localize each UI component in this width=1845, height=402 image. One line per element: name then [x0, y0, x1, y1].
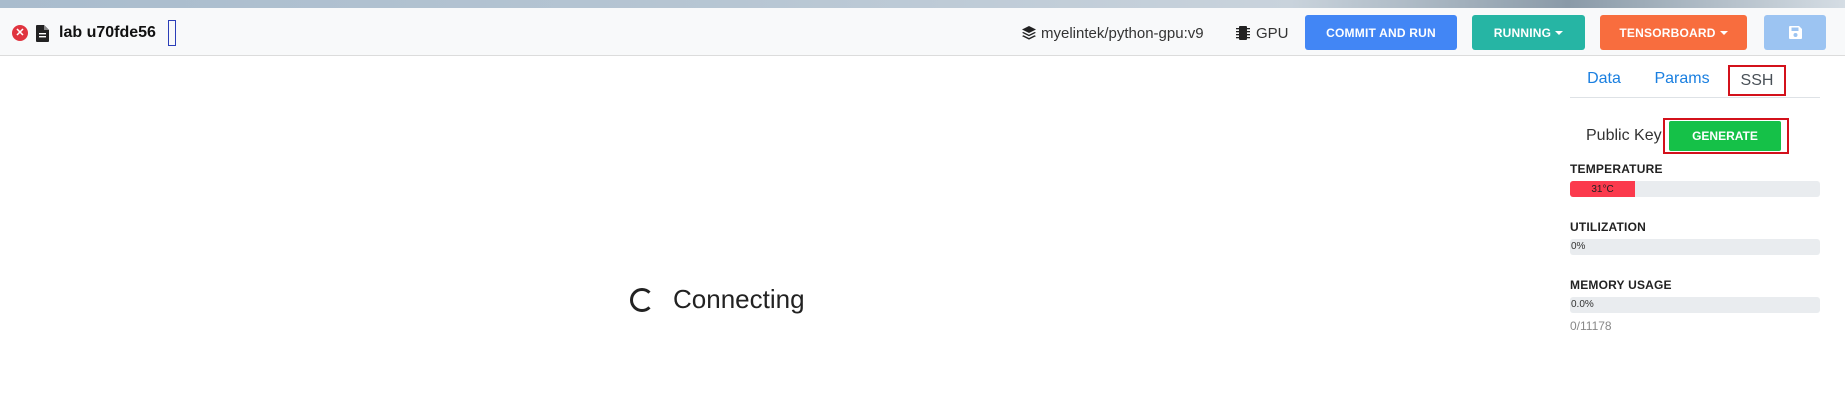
layers-icon	[1022, 26, 1036, 40]
spinner-icon	[630, 287, 654, 312]
save-button[interactable]	[1764, 15, 1826, 50]
side-tabs: Data Params SSH	[1570, 60, 1820, 98]
tensorboard-dropdown-button[interactable]: TENSORBOARD	[1600, 15, 1747, 50]
running-label: RUNNING	[1493, 25, 1552, 40]
memory-usage-value: 0.0%	[1571, 299, 1594, 310]
chip-icon	[1236, 26, 1250, 40]
connecting-status: Connecting	[630, 284, 805, 315]
utilization-bar: 0%	[1570, 239, 1820, 255]
tab-data[interactable]: Data	[1570, 60, 1638, 98]
lab-title: lab u70fde56	[59, 24, 156, 41]
temperature-value: 31°C	[1591, 183, 1614, 195]
text-cursor-box[interactable]	[167, 20, 176, 46]
tensorboard-label: TENSORBOARD	[1619, 25, 1716, 40]
temperature-label: TEMPERATURE	[1570, 162, 1663, 176]
memory-usage-label: MEMORY USAGE	[1570, 278, 1672, 292]
side-panel: Data Params SSH Public Key GENERATE TEMP…	[1570, 56, 1820, 402]
tab-params[interactable]: Params	[1648, 60, 1716, 98]
temperature-bar: 31°C	[1570, 181, 1820, 197]
connecting-text: Connecting	[673, 284, 805, 314]
lab-title-group: ✕ lab u70fde56	[12, 18, 176, 48]
generate-button[interactable]: GENERATE	[1669, 121, 1781, 151]
gpu-tag: GPU	[1236, 18, 1289, 48]
save-icon	[1788, 26, 1802, 39]
file-icon	[36, 24, 49, 42]
caret-down-icon	[1719, 30, 1728, 35]
commit-and-run-button[interactable]: COMMIT AND RUN	[1305, 15, 1457, 50]
lab-navbar: ✕ lab u70fde56 myelintek/python-gpu:v9 G…	[0, 8, 1845, 56]
memory-usage-detail: 0/11178	[1570, 319, 1612, 333]
window-top-strip	[0, 0, 1845, 8]
caret-down-icon	[1555, 30, 1564, 35]
gpu-label: GPU	[1256, 24, 1289, 42]
close-icon[interactable]: ✕	[12, 25, 28, 41]
commit-and-run-label: COMMIT AND RUN	[1326, 25, 1436, 40]
temperature-bar-fill: 31°C	[1570, 181, 1635, 197]
memory-usage-bar: 0.0%	[1570, 297, 1820, 313]
image-tag: myelintek/python-gpu:v9	[1022, 18, 1204, 48]
running-dropdown-button[interactable]: RUNNING	[1472, 15, 1585, 50]
utilization-value: 0%	[1571, 241, 1586, 252]
tab-ssh[interactable]: SSH	[1728, 65, 1786, 96]
image-name: myelintek/python-gpu:v9	[1041, 24, 1204, 42]
public-key-label: Public Key	[1586, 127, 1662, 144]
utilization-label: UTILIZATION	[1570, 220, 1646, 234]
